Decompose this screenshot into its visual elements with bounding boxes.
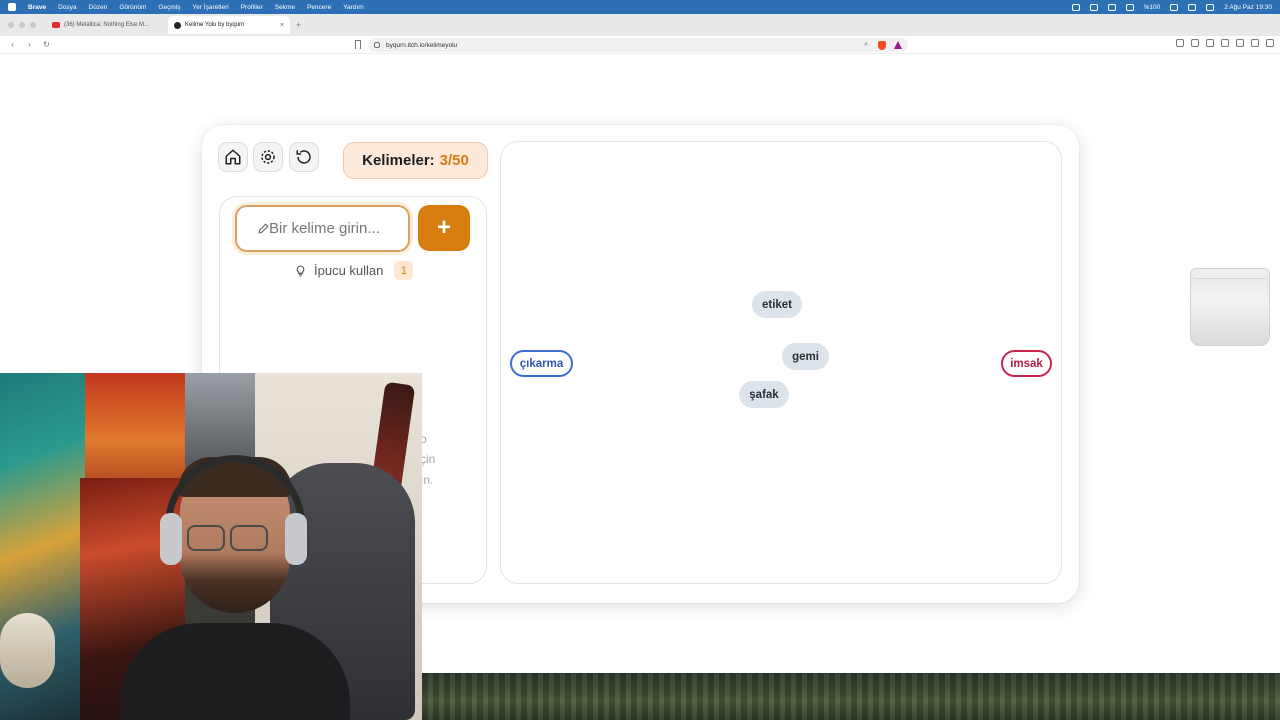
word-counter: Kelimeler: 3/50 <box>343 142 488 179</box>
menu-item-duzen[interactable]: Düzen <box>89 4 108 11</box>
eyeglasses <box>230 525 268 551</box>
zoom-icon[interactable]: ⌕ <box>864 41 868 49</box>
lightbulb-icon <box>296 265 305 276</box>
wallet-icon[interactable] <box>1221 39 1229 47</box>
address-bar[interactable]: byqurn.itch.io/kelimeyolu ⌕ <box>368 38 908 52</box>
word-node[interactable]: etiket <box>752 291 802 318</box>
search-icon[interactable] <box>1206 3 1215 11</box>
word-node[interactable]: gemi <box>782 343 829 370</box>
media-icon[interactable] <box>1191 39 1199 47</box>
status-icon[interactable] <box>1125 3 1134 11</box>
headphone-cup <box>285 513 307 565</box>
close-window-icon[interactable] <box>8 22 14 28</box>
counter-label: Kelimeler: <box>362 152 435 169</box>
close-tab-icon[interactable]: × <box>280 22 284 29</box>
word-input[interactable] <box>269 220 409 237</box>
home-icon <box>225 149 241 165</box>
settings-button[interactable] <box>253 142 283 172</box>
status-icon[interactable] <box>1071 3 1080 11</box>
menu-app-name[interactable]: Brave <box>28 4 46 11</box>
menu-item-yer-isaretleri[interactable]: Yer İşaretleri <box>192 4 228 11</box>
tab-title: (36) Metallica: Nothing Else M... <box>64 22 150 28</box>
end-word-node[interactable]: imsak <box>1001 350 1052 377</box>
add-word-button[interactable]: + <box>418 205 470 251</box>
status-icon[interactable] <box>1107 3 1116 11</box>
sidebar-icon[interactable] <box>1206 39 1214 47</box>
new-tab-icon[interactable]: + <box>296 20 301 30</box>
status-icon[interactable] <box>1089 3 1098 11</box>
tab-metallica[interactable]: (36) Metallica: Nothing Else M... <box>46 16 168 34</box>
menu-icon[interactable] <box>1266 39 1274 47</box>
youtube-icon <box>52 22 60 28</box>
brave-shields-icon[interactable] <box>878 40 886 50</box>
forward-icon[interactable]: › <box>25 40 34 49</box>
word-input-box[interactable] <box>235 205 410 252</box>
toolbar-extensions <box>1176 39 1274 47</box>
site-settings-icon[interactable] <box>374 42 380 48</box>
hint-label: İpucu kullan <box>314 263 384 278</box>
instruction-text: çin <box>420 452 436 466</box>
menu-item-dosya[interactable]: Dosya <box>58 4 76 11</box>
eyeglasses <box>187 525 225 551</box>
tab-kelime-yolu[interactable]: Kelime Yolu by byqurn × <box>168 16 290 34</box>
menu-item-sekme[interactable]: Sekme <box>275 4 295 11</box>
counter-value: 3/50 <box>439 152 469 169</box>
microphone <box>0 613 55 688</box>
vpn-icon[interactable] <box>1251 39 1259 47</box>
extension-icon[interactable] <box>1176 39 1184 47</box>
url-text: byqurn.itch.io/kelimeyolu <box>386 41 458 49</box>
hint-button[interactable]: İpucu kullan 1 <box>294 261 414 280</box>
back-icon[interactable]: ‹ <box>8 40 17 49</box>
battery-percent: %100 <box>1143 3 1161 11</box>
glass-rim <box>1191 269 1269 279</box>
pencil-icon <box>258 223 269 234</box>
menu-item-yardim[interactable]: Yardım <box>343 4 363 11</box>
window-controls <box>8 22 36 28</box>
background-forest-image <box>422 673 1280 720</box>
clock[interactable]: 2 Ağu Paz 19:30 <box>1224 4 1272 11</box>
headphone-cup <box>160 513 182 565</box>
os-menubar: Brave Dosya Düzen Görünüm Geçmiş Yer İşa… <box>0 0 1280 14</box>
itch-favicon-icon <box>174 21 181 29</box>
minimize-window-icon[interactable] <box>19 22 25 28</box>
leo-icon[interactable] <box>1236 39 1244 47</box>
word-board: çıkarma imsak etiket gemi şafak <box>500 141 1062 584</box>
wifi-icon[interactable] <box>1188 3 1197 11</box>
word-node[interactable]: şafak <box>739 381 789 408</box>
glass-image <box>1190 268 1270 346</box>
browser-tabstrip: (36) Metallica: Nothing Else M... Kelime… <box>0 14 1280 36</box>
person-body <box>120 623 350 720</box>
gear-icon <box>261 150 275 164</box>
battery-icon[interactable] <box>1170 3 1179 11</box>
tab-title: Kelime Yolu by byqurn <box>185 22 245 28</box>
reload-icon[interactable]: ↻ <box>42 40 51 49</box>
hint-count-badge: 1 <box>394 261 414 280</box>
menubar-status-area: %100 2 Ağu Paz 19:30 <box>1071 0 1272 14</box>
brave-rewards-icon[interactable] <box>894 41 902 49</box>
menu-item-pencere[interactable]: Pencere <box>307 4 331 11</box>
reset-icon <box>296 150 311 164</box>
start-word-node[interactable]: çıkarma <box>510 350 573 377</box>
reset-button[interactable] <box>289 142 319 172</box>
home-button[interactable] <box>218 142 248 172</box>
menu-item-gorunum[interactable]: Görünüm <box>119 4 146 11</box>
menu-item-gecmis[interactable]: Geçmiş <box>158 4 180 11</box>
apple-menu-icon[interactable] <box>8 3 16 11</box>
bookmark-icon[interactable] <box>355 40 361 49</box>
browser-toolbar: ‹ › ↻ byqurn.itch.io/kelimeyolu ⌕ <box>0 36 1280 54</box>
menu-item-profiller[interactable]: Profiller <box>241 4 263 11</box>
maximize-window-icon[interactable] <box>30 22 36 28</box>
instruction-text: ın. <box>420 473 434 487</box>
webcam-overlay <box>0 373 422 720</box>
